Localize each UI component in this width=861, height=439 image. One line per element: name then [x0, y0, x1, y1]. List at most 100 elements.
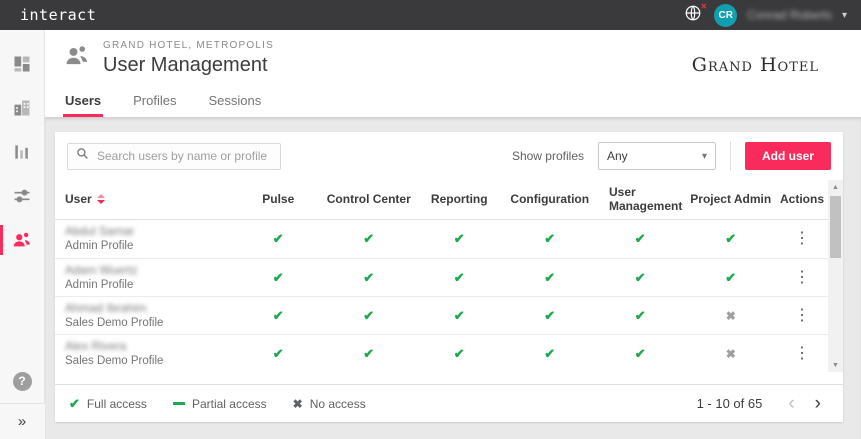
table-row: Ahmad IbrahimSales Demo Profile✔✔✔✔✔✖⋮	[55, 296, 828, 334]
access-cell: ✔	[505, 269, 596, 287]
profile-filter-value: Any	[607, 149, 628, 163]
user-profile: Admin Profile	[65, 278, 233, 292]
column-header-control-center: Control Center	[324, 193, 415, 207]
row-actions-button[interactable]: ⋮	[776, 308, 828, 324]
sidebar-item-user-management[interactable]	[0, 218, 45, 262]
help-button[interactable]: ?	[0, 359, 45, 403]
user-cell: Alex RiveraSales Demo Profile	[65, 339, 233, 368]
check-icon: ✔	[544, 346, 555, 361]
page-header: GRAND HOTEL, METROPOLIS User Management …	[45, 30, 861, 117]
check-icon: ✔	[273, 231, 284, 246]
check-icon: ✔	[544, 308, 555, 323]
user-profile: Sales Demo Profile	[65, 316, 233, 330]
sidebar-collapse-button[interactable]: »	[0, 403, 45, 439]
access-cell: ✔	[233, 230, 324, 248]
tab-profiles[interactable]: Profiles	[131, 89, 178, 117]
check-icon: ✔	[454, 231, 465, 246]
breadcrumb: GRAND HOTEL, METROPOLIS	[103, 40, 274, 51]
brand-logo: Grand Hotel	[692, 54, 819, 76]
add-user-button[interactable]: Add user	[745, 142, 831, 170]
tab-users[interactable]: Users	[63, 89, 103, 117]
tab-sessions[interactable]: Sessions	[207, 89, 264, 117]
access-cell: ✔	[595, 345, 686, 363]
sliders-icon	[12, 186, 32, 206]
chevron-down-icon: ▾	[702, 151, 707, 162]
prev-page-button[interactable]: ‹	[780, 394, 802, 413]
access-cell: ✔	[686, 230, 777, 248]
access-cell: ✔	[414, 345, 505, 363]
access-cell: ✔	[595, 230, 686, 248]
user-cell: Adam WuertzAdmin Profile	[65, 263, 233, 292]
globe-alert-badge: ✕	[701, 2, 708, 11]
row-actions-button[interactable]: ⋮	[776, 346, 828, 362]
access-cell: ✔	[686, 269, 777, 287]
column-header-actions: Actions	[776, 193, 828, 207]
column-header-pulse: Pulse	[233, 193, 324, 207]
user-name: Conrad Roberts	[747, 8, 832, 22]
sort-icon	[97, 194, 105, 204]
row-actions-button[interactable]: ⋮	[776, 270, 828, 286]
access-cell: ✔	[324, 307, 415, 325]
table-scrollbar: ▲ ▼	[828, 180, 843, 372]
user-management-icon	[63, 42, 91, 75]
access-cell: ✔	[233, 345, 324, 363]
search-input[interactable]	[97, 149, 272, 163]
access-cell: ✔	[233, 307, 324, 325]
check-icon: ✔	[725, 231, 736, 246]
row-actions-button[interactable]: ⋮	[776, 231, 828, 247]
help-icon: ?	[13, 372, 32, 391]
table-header-row: User Pulse Control Center Reporting Conf…	[55, 180, 828, 220]
check-icon: ✔	[454, 308, 465, 323]
next-page-button[interactable]: ›	[807, 394, 829, 413]
check-icon: ✔	[273, 270, 284, 285]
scrollbar-thumb[interactable]	[830, 196, 841, 258]
scroll-down-arrow[interactable]: ▼	[832, 358, 839, 372]
avatar[interactable]: CR	[714, 4, 737, 27]
sidebar-item-dashboard[interactable]	[0, 42, 45, 86]
sidebar-item-analytics[interactable]	[0, 130, 45, 174]
user-cell: Abdul SamarAdmin Profile	[65, 224, 233, 253]
access-cell: ✖	[686, 307, 777, 325]
table-body: Abdul SamarAdmin Profile✔✔✔✔✔✔⋮Adam Wuer…	[55, 220, 828, 372]
sidebar-item-properties[interactable]	[0, 86, 45, 130]
search-icon	[76, 147, 89, 165]
language-globe-button[interactable]: ✕	[682, 4, 704, 26]
access-cell: ✔	[505, 307, 596, 325]
check-icon: ✔	[635, 346, 646, 361]
scrollbar-track[interactable]	[828, 194, 843, 358]
user-profile: Sales Demo Profile	[65, 354, 233, 368]
scroll-up-arrow[interactable]: ▲	[832, 180, 839, 194]
users-card: Show profiles Any ▾ Add user	[55, 132, 843, 422]
check-icon: ✔	[635, 308, 646, 323]
user-name: Adam Wuertz	[65, 263, 233, 278]
check-icon: ✔	[363, 270, 374, 285]
pagination: 1 - 10 of 65 ‹ ›	[697, 394, 829, 413]
legend-partial-access: Partial access	[173, 397, 267, 411]
sidebar-item-settings[interactable]	[0, 174, 45, 218]
card-footer: ✔ Full access Partial access ✖ No access	[55, 384, 843, 422]
access-cell: ✔	[414, 307, 505, 325]
user-menu-caret[interactable]: ▾	[842, 10, 847, 21]
column-header-user-management: User Management	[595, 186, 686, 214]
check-icon: ✔	[363, 308, 374, 323]
access-cell: ✔	[505, 230, 596, 248]
check-icon: ✔	[635, 231, 646, 246]
dash-icon	[173, 402, 185, 405]
search-box[interactable]	[67, 143, 281, 170]
access-cell: ✔	[414, 269, 505, 287]
dashboard-icon	[12, 54, 32, 74]
profile-filter-select[interactable]: Any ▾	[598, 142, 716, 170]
chevrons-right-icon: »	[18, 413, 26, 430]
user-cell: Ahmad IbrahimSales Demo Profile	[65, 301, 233, 330]
bar-chart-icon	[12, 142, 32, 162]
access-cell: ✔	[324, 269, 415, 287]
column-header-user[interactable]: User	[65, 193, 233, 207]
access-cell: ✔	[233, 269, 324, 287]
x-icon: ✖	[293, 397, 303, 411]
sidebar: ? »	[0, 30, 45, 439]
access-cell: ✔	[595, 269, 686, 287]
check-icon: ✔	[544, 270, 555, 285]
topbar: interact ✕ CR Conrad Roberts ▾	[0, 0, 861, 30]
user-name: Abdul Samar	[65, 224, 233, 239]
check-icon: ✔	[454, 346, 465, 361]
